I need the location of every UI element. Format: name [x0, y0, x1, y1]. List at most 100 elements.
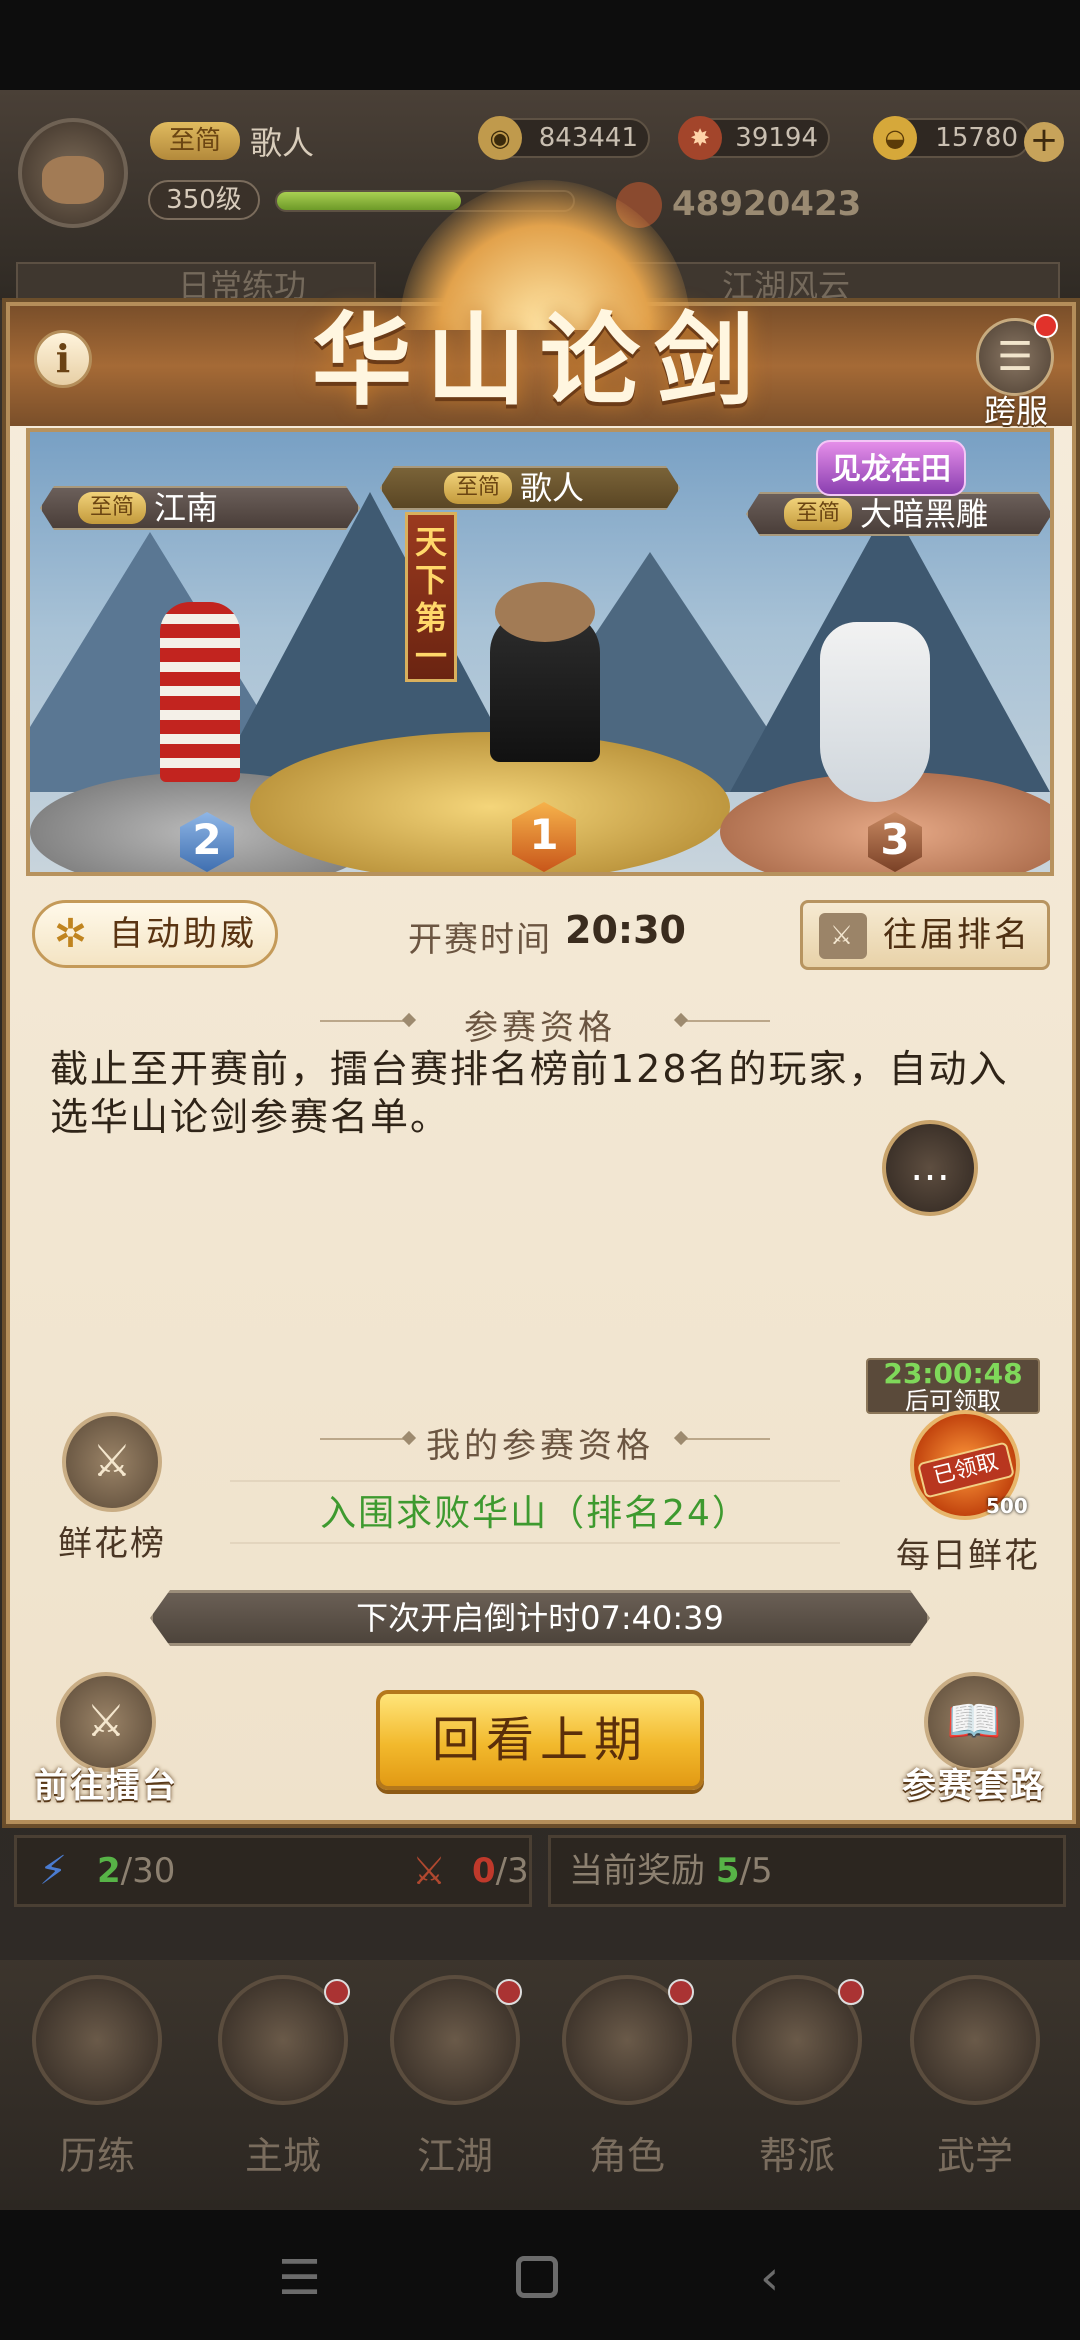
- third-place-character[interactable]: [820, 622, 930, 802]
- first-place-head: [495, 582, 595, 642]
- home-icon[interactable]: [516, 2256, 558, 2298]
- history-rank-button[interactable]: ⚔ 往届排名: [800, 900, 1050, 970]
- status-bar: [0, 0, 1080, 90]
- cross-server-button[interactable]: ☰ 跨服: [972, 314, 1058, 430]
- next-open-countdown: 下次开启倒计时07:40:39: [150, 1590, 930, 1646]
- goto-arena-label: 前往擂台: [34, 1766, 178, 1806]
- crossed-swords-icon: ⚔: [86, 1696, 126, 1747]
- nav-jianghu[interactable]: 江湖: [380, 1975, 530, 2178]
- gem-value: 39194: [735, 123, 818, 153]
- nav-guild[interactable]: 帮派: [722, 1975, 872, 2178]
- nameplate-third: 至简 大暗黑雕: [746, 492, 1052, 536]
- shield-swords-icon: ⚔: [92, 1436, 132, 1487]
- xp-bar-fill: [277, 192, 461, 210]
- flower-timer-hint: 后可领取: [905, 1387, 1001, 1415]
- gold-counter[interactable]: ◒ 15780: [873, 116, 1030, 160]
- flower-timer: 23:00:48 后可领取: [866, 1358, 1040, 1414]
- crossed-swords-icon: ⚔: [819, 913, 867, 959]
- energy-total: /30: [120, 1851, 176, 1891]
- nav-label: 历练: [58, 2134, 135, 2178]
- kills-current: 0: [472, 1851, 496, 1891]
- energy-stat: ⚡ 2/30 ⚔ 0/3: [14, 1835, 532, 1907]
- divider: [680, 1020, 770, 1022]
- reward-total: /5: [739, 1851, 773, 1891]
- coin-counter[interactable]: ◉ 843441: [478, 116, 650, 160]
- player-name: 歌人: [520, 469, 585, 507]
- combat-power: 48920423: [672, 184, 862, 224]
- champion-banner: 天下第一: [405, 512, 457, 682]
- nav-label: 武学: [936, 2134, 1013, 2178]
- avatar[interactable]: [18, 118, 128, 228]
- lightning-icon: ⚡: [39, 1848, 68, 1894]
- add-gold-button[interactable]: +: [1024, 122, 1064, 162]
- daily-flower-label: 每日鲜花: [896, 1536, 1040, 1576]
- reward-current: 5: [715, 1851, 740, 1891]
- nav-character[interactable]: 角色: [552, 1975, 702, 2178]
- gem-icon: ✸: [678, 116, 722, 160]
- player-name: 江南: [154, 489, 219, 527]
- dialog-title: 华山论剑: [312, 301, 768, 419]
- player-level: 350级: [148, 180, 260, 220]
- info-button[interactable]: i: [34, 330, 92, 388]
- book-icon: 📖: [946, 1696, 1002, 1747]
- strategy-button[interactable]: 📖: [924, 1672, 1024, 1772]
- cross-server-label: 跨服: [983, 392, 1048, 430]
- strategy-label: 参赛套路: [902, 1766, 1046, 1806]
- speech-bubble-icon: …: [910, 1144, 950, 1190]
- divider: [320, 1020, 410, 1022]
- flower-rank-button[interactable]: ⚔: [62, 1412, 162, 1512]
- start-time-value: 20:30: [565, 908, 686, 952]
- auto-cheer-label: 自动助威: [109, 914, 257, 954]
- menu-icon[interactable]: ☰: [278, 2250, 321, 2306]
- auto-cheer-button[interactable]: ✲ 自动助威: [32, 900, 278, 968]
- reward-stat: 当前奖励 5/5: [548, 1835, 1066, 1907]
- my-qualification-title: 我的参赛资格: [426, 1426, 654, 1466]
- player-name: 大暗黑雕: [860, 495, 989, 533]
- vip-badge: 至简: [78, 492, 146, 524]
- special-title-badge: 见龙在田: [816, 440, 966, 496]
- start-time-label: 开赛时间: [408, 920, 552, 960]
- my-qualification-value: 入围求败华山（排名24）: [230, 1480, 840, 1544]
- nav-label: 帮派: [758, 2134, 835, 2178]
- nav-label: 江湖: [416, 2134, 493, 2178]
- vip-badge: 至简: [444, 472, 512, 504]
- coin-icon: ◉: [478, 116, 522, 160]
- gold-ingot-icon: ◒: [873, 116, 917, 160]
- sword-icon: ⚔: [412, 1849, 447, 1893]
- qualification-title: 参赛资格: [464, 1008, 616, 1048]
- notification-dot: [496, 1979, 522, 2005]
- divider: [320, 1438, 410, 1440]
- flower-rank-label: 鲜花榜: [58, 1524, 166, 1564]
- gear-icon: ✲: [53, 911, 91, 957]
- notification-dot: [1034, 314, 1058, 338]
- back-icon[interactable]: ‹: [760, 2250, 779, 2306]
- player-name: 歌人: [250, 124, 315, 162]
- qualification-text: 截止至开赛前，擂台赛排名榜前128名的玩家，自动入选华山论剑参赛名单。: [50, 1047, 1009, 1139]
- nav-label: 主城: [244, 2134, 321, 2178]
- flower-count: 500: [986, 1494, 1028, 1518]
- gem-counter[interactable]: ✸ 39194: [678, 116, 830, 160]
- flower-timer-value: 23:00:48: [883, 1357, 1023, 1390]
- notification-dot: [668, 1979, 694, 2005]
- replay-last-button[interactable]: 回看上期: [376, 1690, 704, 1790]
- scroll-icon: [910, 1975, 1040, 2105]
- nameplate-second: 至简 江南: [40, 486, 360, 530]
- notification-dot: [838, 1979, 864, 2005]
- goto-arena-button[interactable]: ⚔: [56, 1672, 156, 1772]
- kills-total: /3: [495, 1851, 529, 1891]
- game-screen: 至简 歌人 350级 ◉ 843441 ✸ 39194 ◒ 15780 + 48…: [0, 0, 1080, 2340]
- gold-value: 15780: [935, 123, 1018, 153]
- history-rank-label: 往届排名: [883, 915, 1031, 955]
- chat-button[interactable]: …: [882, 1120, 978, 1216]
- nameplate-first: 至简 歌人: [380, 466, 680, 510]
- divider: [680, 1438, 770, 1440]
- second-place-character[interactable]: [160, 602, 240, 782]
- coin-value: 843441: [538, 123, 638, 153]
- training-icon: [32, 1975, 162, 2105]
- nav-main-city[interactable]: 主城: [208, 1975, 358, 2178]
- notification-dot: [324, 1979, 350, 2005]
- reward-label: 当前奖励: [569, 1851, 705, 1891]
- nav-label: 角色: [588, 2134, 665, 2178]
- nav-martial-arts[interactable]: 武学: [900, 1975, 1050, 2178]
- nav-training[interactable]: 历练: [22, 1975, 172, 2178]
